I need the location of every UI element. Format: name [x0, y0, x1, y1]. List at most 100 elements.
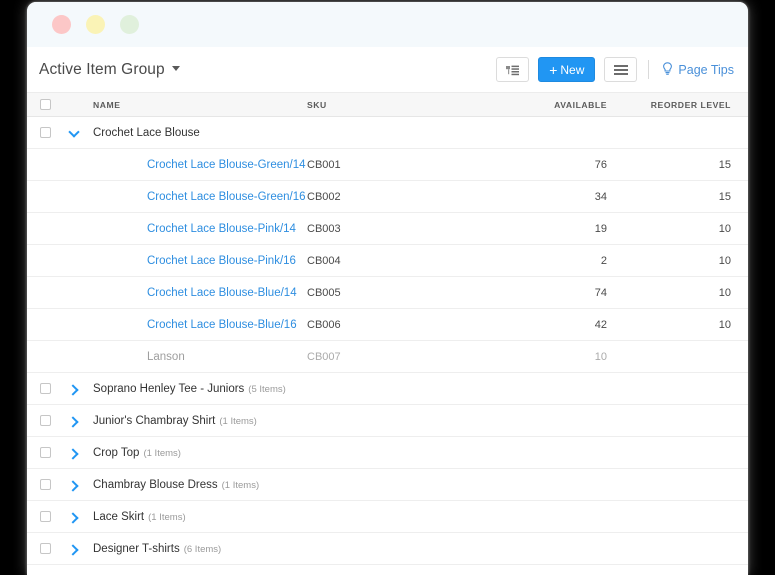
column-header-reorder-level[interactable]: REORDER LEVEL	[625, 100, 748, 110]
table-row-group[interactable]: Junior's Chambray Shirt(1 Items)	[27, 405, 748, 437]
table-row[interactable]: Crochet Lace Blouse-Green/16CB0023415	[27, 181, 748, 213]
item-name-link[interactable]: Crochet Lace Blouse-Pink/14	[87, 223, 307, 235]
hamburger-list-icon	[614, 65, 628, 75]
chevron-right-icon[interactable]	[69, 512, 79, 522]
row-expand-cell	[60, 416, 87, 426]
app-root: Active Item Group	[0, 0, 775, 575]
table-row-group[interactable]: Soprano Henley Tee - Juniors (5 Items)	[27, 373, 748, 405]
select-all-checkbox[interactable]	[40, 99, 51, 110]
group-name-cell: Soprano Henley Tee - Juniors (5 Items)	[87, 383, 307, 395]
row-checkbox[interactable]	[40, 511, 51, 522]
group-name-cell: Crop Top (1 Items)	[87, 447, 307, 459]
maximize-dot[interactable]	[120, 15, 139, 34]
item-name-link[interactable]: Crochet Lace Blouse-Green/16	[87, 191, 307, 203]
row-select-cell	[27, 415, 60, 426]
table-row[interactable]: Crochet Lace Blouse-Pink/14CB0031910	[27, 213, 748, 245]
group-name-cell: Junior's Chambray Shirt(1 Items)	[87, 415, 307, 427]
item-available: 74	[507, 287, 625, 299]
page-tips-button[interactable]: Page Tips	[662, 62, 734, 78]
row-expand-cell	[60, 128, 87, 138]
row-checkbox[interactable]	[40, 415, 51, 426]
table-row[interactable]: Crochet Lace Blouse-Pink/16CB004210	[27, 245, 748, 277]
item-sku: CB006	[307, 319, 507, 331]
table-row[interactable]: Crochet Lace Blouse-Green/14CB0017615	[27, 149, 748, 181]
row-checkbox[interactable]	[40, 479, 51, 490]
group-name-cell: Designer T-shirts(6 Items)	[87, 543, 307, 555]
header-divider	[648, 60, 649, 79]
row-checkbox[interactable]	[40, 127, 51, 138]
table-row-group[interactable]: Designer T-shirts(6 Items)	[27, 533, 748, 565]
page-title-dropdown[interactable]: Active Item Group	[39, 61, 180, 79]
row-expand-cell	[60, 544, 87, 554]
item-sku: CB005	[307, 287, 507, 299]
row-expand-cell	[60, 480, 87, 490]
row-checkbox[interactable]	[40, 447, 51, 458]
parent-group-name: Crochet Lace Blouse	[87, 127, 307, 139]
header-actions: + New	[496, 57, 734, 82]
item-available: 19	[507, 223, 625, 235]
table-row-group[interactable]: Chambray Blouse Dress (1 Items)	[27, 469, 748, 501]
group-name-cell: Lace Skirt (1 Items)	[87, 511, 307, 523]
list-view-button[interactable]	[604, 57, 637, 82]
group-rows-container: Soprano Henley Tee - Juniors (5 Items) Jun…	[27, 373, 748, 565]
item-name-link[interactable]: Crochet Lace Blouse-Blue/16	[87, 319, 307, 331]
lightbulb-icon	[662, 62, 673, 78]
group-name: Lace Skirt	[93, 511, 144, 523]
window-titlebar	[27, 2, 748, 47]
column-header-available[interactable]: AVAILABLE	[507, 100, 625, 110]
item-available: 2	[507, 255, 625, 267]
group-item-count: (5 Items)	[248, 384, 285, 395]
row-select-cell	[27, 479, 60, 490]
group-name: Soprano Henley Tee - Juniors	[93, 383, 244, 395]
item-available: 34	[507, 191, 625, 203]
row-select-cell	[27, 511, 60, 522]
group-item-count: (1 Items)	[143, 448, 180, 459]
app-window: Active Item Group	[27, 2, 748, 575]
chevron-right-icon[interactable]	[69, 448, 79, 458]
column-header-name[interactable]: NAME	[87, 100, 307, 110]
items-table: NAME SKU AVAILABLE REORDER LEVEL Crochet…	[27, 92, 748, 565]
item-name-link[interactable]: Crochet Lace Blouse-Green/14	[87, 159, 307, 171]
column-header-sku[interactable]: SKU	[307, 100, 507, 110]
item-sku: CB001	[307, 159, 507, 171]
row-checkbox[interactable]	[40, 543, 51, 554]
item-available: 10	[507, 351, 625, 363]
page-header: Active Item Group	[27, 47, 748, 92]
minimize-dot[interactable]	[86, 15, 105, 34]
row-checkbox[interactable]	[40, 383, 51, 394]
item-reorder-level: 10	[625, 223, 748, 235]
item-name-link[interactable]: Crochet Lace Blouse-Blue/14	[87, 287, 307, 299]
chevron-right-icon[interactable]	[69, 544, 79, 554]
table-row[interactable]: LansonCB00710	[27, 341, 748, 373]
group-item-count: (6 Items)	[184, 544, 221, 555]
page-title: Active Item Group	[39, 61, 165, 78]
table-row-group[interactable]: Lace Skirt (1 Items)	[27, 501, 748, 533]
table-row-group[interactable]: Crop Top (1 Items)	[27, 437, 748, 469]
group-name-cell: Chambray Blouse Dress (1 Items)	[87, 479, 307, 491]
table-row-parent[interactable]: Crochet Lace Blouse	[27, 117, 748, 149]
child-rows-container: Crochet Lace Blouse-Green/14CB0017615Cro…	[27, 149, 748, 373]
chevron-down-icon[interactable]	[69, 128, 79, 138]
item-reorder-level: 15	[625, 191, 748, 203]
new-button[interactable]: + New	[538, 57, 595, 82]
group-item-count: (1 Items)	[148, 512, 185, 523]
item-sku: CB002	[307, 191, 507, 203]
table-row[interactable]: Crochet Lace Blouse-Blue/16CB0064210	[27, 309, 748, 341]
chevron-right-icon[interactable]	[69, 480, 79, 490]
row-expand-cell	[60, 512, 87, 522]
close-dot[interactable]	[52, 15, 71, 34]
item-reorder-level: 10	[625, 255, 748, 267]
tree-view-button[interactable]	[496, 57, 529, 82]
row-select-cell	[27, 543, 60, 554]
group-name: Chambray Blouse Dress	[93, 479, 218, 491]
chevron-right-icon[interactable]	[69, 384, 79, 394]
item-sku: CB004	[307, 255, 507, 267]
group-name: Junior's Chambray Shirt	[93, 415, 215, 427]
chevron-down-icon	[172, 66, 180, 71]
item-name-link[interactable]: Crochet Lace Blouse-Pink/16	[87, 255, 307, 267]
item-available: 76	[507, 159, 625, 171]
chevron-right-icon[interactable]	[69, 416, 79, 426]
group-name: Crop Top	[93, 447, 139, 459]
table-row[interactable]: Crochet Lace Blouse-Blue/14CB0057410	[27, 277, 748, 309]
group-item-count: (1 Items)	[222, 480, 259, 491]
